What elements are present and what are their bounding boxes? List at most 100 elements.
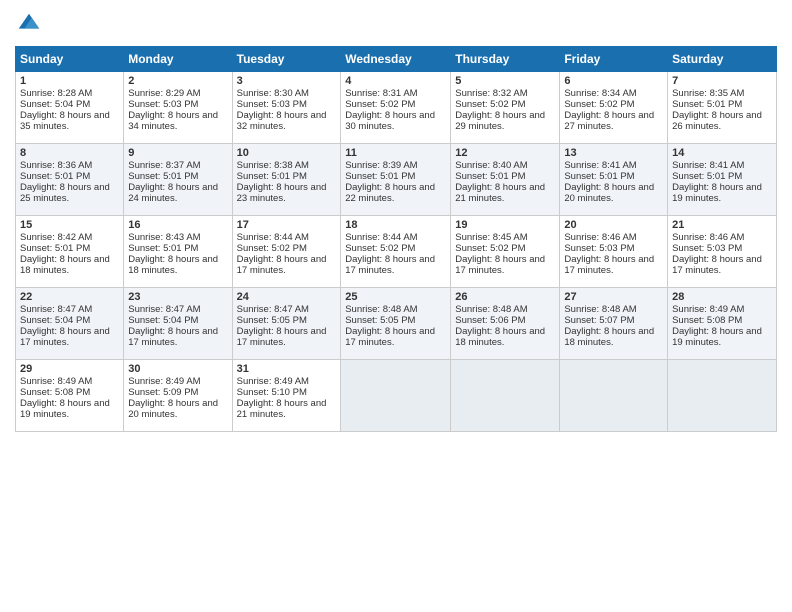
daylight: Daylight: 8 hours and 17 minutes. xyxy=(564,254,654,276)
sunrise: Sunrise: 8:28 AM xyxy=(20,88,92,99)
day-number: 13 xyxy=(564,147,663,159)
day-cell-14: 14Sunrise: 8:41 AMSunset: 5:01 PMDayligh… xyxy=(668,144,777,216)
sunset: Sunset: 5:01 PM xyxy=(564,171,634,182)
daylight: Daylight: 8 hours and 19 minutes. xyxy=(20,398,110,420)
day-cell-13: 13Sunrise: 8:41 AMSunset: 5:01 PMDayligh… xyxy=(560,144,668,216)
day-cell-30: 30Sunrise: 8:49 AMSunset: 5:09 PMDayligh… xyxy=(124,360,232,432)
week-row-2: 8Sunrise: 8:36 AMSunset: 5:01 PMDaylight… xyxy=(16,144,777,216)
daylight: Daylight: 8 hours and 24 minutes. xyxy=(128,182,218,204)
col-header-sunday: Sunday xyxy=(16,47,124,72)
day-cell-11: 11Sunrise: 8:39 AMSunset: 5:01 PMDayligh… xyxy=(341,144,451,216)
day-cell-4: 4Sunrise: 8:31 AMSunset: 5:02 PMDaylight… xyxy=(341,72,451,144)
sunrise: Sunrise: 8:36 AM xyxy=(20,160,92,171)
day-number: 11 xyxy=(345,147,446,159)
daylight: Daylight: 8 hours and 18 minutes. xyxy=(20,254,110,276)
day-cell-5: 5Sunrise: 8:32 AMSunset: 5:02 PMDaylight… xyxy=(451,72,560,144)
sunset: Sunset: 5:06 PM xyxy=(455,315,525,326)
day-cell-16: 16Sunrise: 8:43 AMSunset: 5:01 PMDayligh… xyxy=(124,216,232,288)
sunrise: Sunrise: 8:47 AM xyxy=(237,304,309,315)
sunrise: Sunrise: 8:30 AM xyxy=(237,88,309,99)
sunset: Sunset: 5:01 PM xyxy=(455,171,525,182)
day-cell-10: 10Sunrise: 8:38 AMSunset: 5:01 PMDayligh… xyxy=(232,144,341,216)
calendar-header-row: SundayMondayTuesdayWednesdayThursdayFrid… xyxy=(16,47,777,72)
daylight: Daylight: 8 hours and 17 minutes. xyxy=(237,254,327,276)
col-header-monday: Monday xyxy=(124,47,232,72)
header xyxy=(15,10,777,38)
sunrise: Sunrise: 8:46 AM xyxy=(672,232,744,243)
daylight: Daylight: 8 hours and 21 minutes. xyxy=(237,398,327,420)
daylight: Daylight: 8 hours and 18 minutes. xyxy=(455,326,545,348)
day-number: 9 xyxy=(128,147,227,159)
day-cell-3: 3Sunrise: 8:30 AMSunset: 5:03 PMDaylight… xyxy=(232,72,341,144)
col-header-saturday: Saturday xyxy=(668,47,777,72)
day-number: 10 xyxy=(237,147,337,159)
calendar-table: SundayMondayTuesdayWednesdayThursdayFrid… xyxy=(15,46,777,432)
day-cell-18: 18Sunrise: 8:44 AMSunset: 5:02 PMDayligh… xyxy=(341,216,451,288)
daylight: Daylight: 8 hours and 18 minutes. xyxy=(128,254,218,276)
sunrise: Sunrise: 8:49 AM xyxy=(237,376,309,387)
day-cell-15: 15Sunrise: 8:42 AMSunset: 5:01 PMDayligh… xyxy=(16,216,124,288)
sunrise: Sunrise: 8:37 AM xyxy=(128,160,200,171)
sunrise: Sunrise: 8:48 AM xyxy=(345,304,417,315)
daylight: Daylight: 8 hours and 17 minutes. xyxy=(345,326,435,348)
day-number: 25 xyxy=(345,291,446,303)
day-number: 29 xyxy=(20,363,119,375)
sunset: Sunset: 5:10 PM xyxy=(237,387,307,398)
sunrise: Sunrise: 8:38 AM xyxy=(237,160,309,171)
sunset: Sunset: 5:02 PM xyxy=(237,243,307,254)
sunset: Sunset: 5:01 PM xyxy=(345,171,415,182)
sunset: Sunset: 5:01 PM xyxy=(672,99,742,110)
daylight: Daylight: 8 hours and 17 minutes. xyxy=(237,326,327,348)
col-header-tuesday: Tuesday xyxy=(232,47,341,72)
sunrise: Sunrise: 8:43 AM xyxy=(128,232,200,243)
day-number: 12 xyxy=(455,147,555,159)
sunset: Sunset: 5:01 PM xyxy=(128,243,198,254)
daylight: Daylight: 8 hours and 25 minutes. xyxy=(20,182,110,204)
sunrise: Sunrise: 8:44 AM xyxy=(237,232,309,243)
sunrise: Sunrise: 8:44 AM xyxy=(345,232,417,243)
col-header-friday: Friday xyxy=(560,47,668,72)
week-row-1: 1Sunrise: 8:28 AMSunset: 5:04 PMDaylight… xyxy=(16,72,777,144)
day-number: 21 xyxy=(672,219,772,231)
sunrise: Sunrise: 8:47 AM xyxy=(128,304,200,315)
day-number: 19 xyxy=(455,219,555,231)
day-cell-28: 28Sunrise: 8:49 AMSunset: 5:08 PMDayligh… xyxy=(668,288,777,360)
daylight: Daylight: 8 hours and 17 minutes. xyxy=(20,326,110,348)
sunset: Sunset: 5:08 PM xyxy=(672,315,742,326)
day-number: 26 xyxy=(455,291,555,303)
day-number: 24 xyxy=(237,291,337,303)
day-number: 1 xyxy=(20,75,119,87)
day-cell-26: 26Sunrise: 8:48 AMSunset: 5:06 PMDayligh… xyxy=(451,288,560,360)
sunrise: Sunrise: 8:49 AM xyxy=(20,376,92,387)
sunrise: Sunrise: 8:45 AM xyxy=(455,232,527,243)
sunset: Sunset: 5:02 PM xyxy=(345,243,415,254)
week-row-4: 22Sunrise: 8:47 AMSunset: 5:04 PMDayligh… xyxy=(16,288,777,360)
daylight: Daylight: 8 hours and 27 minutes. xyxy=(564,110,654,132)
sunrise: Sunrise: 8:46 AM xyxy=(564,232,636,243)
daylight: Daylight: 8 hours and 26 minutes. xyxy=(672,110,762,132)
daylight: Daylight: 8 hours and 18 minutes. xyxy=(564,326,654,348)
sunrise: Sunrise: 8:29 AM xyxy=(128,88,200,99)
day-number: 14 xyxy=(672,147,772,159)
sunset: Sunset: 5:04 PM xyxy=(128,315,198,326)
day-cell-20: 20Sunrise: 8:46 AMSunset: 5:03 PMDayligh… xyxy=(560,216,668,288)
daylight: Daylight: 8 hours and 17 minutes. xyxy=(455,254,545,276)
day-number: 15 xyxy=(20,219,119,231)
sunrise: Sunrise: 8:35 AM xyxy=(672,88,744,99)
logo xyxy=(15,10,47,38)
daylight: Daylight: 8 hours and 35 minutes. xyxy=(20,110,110,132)
day-number: 30 xyxy=(128,363,227,375)
sunset: Sunset: 5:01 PM xyxy=(237,171,307,182)
day-number: 17 xyxy=(237,219,337,231)
day-number: 28 xyxy=(672,291,772,303)
sunrise: Sunrise: 8:32 AM xyxy=(455,88,527,99)
day-number: 16 xyxy=(128,219,227,231)
day-cell-27: 27Sunrise: 8:48 AMSunset: 5:07 PMDayligh… xyxy=(560,288,668,360)
page: SundayMondayTuesdayWednesdayThursdayFrid… xyxy=(0,0,792,612)
sunrise: Sunrise: 8:48 AM xyxy=(455,304,527,315)
day-number: 4 xyxy=(345,75,446,87)
day-cell-29: 29Sunrise: 8:49 AMSunset: 5:08 PMDayligh… xyxy=(16,360,124,432)
day-number: 31 xyxy=(237,363,337,375)
sunset: Sunset: 5:01 PM xyxy=(20,171,90,182)
sunset: Sunset: 5:05 PM xyxy=(345,315,415,326)
